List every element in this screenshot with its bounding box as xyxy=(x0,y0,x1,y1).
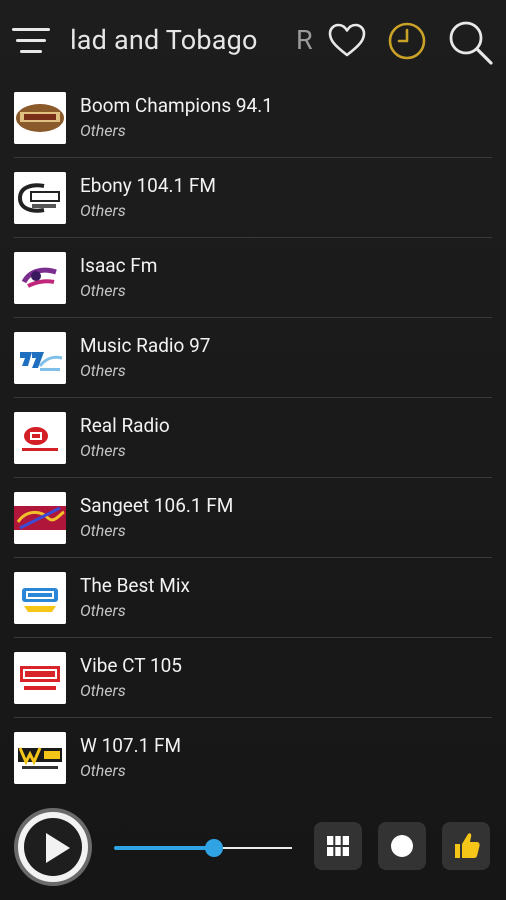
station-genre: Others xyxy=(80,441,126,460)
station-name: Sangeet 106.1 FM xyxy=(80,494,234,517)
row-divider xyxy=(14,717,492,718)
ebony-104-logo xyxy=(14,172,66,224)
search-icon xyxy=(449,21,493,65)
station-genre: Others xyxy=(80,361,126,380)
station-name: Music Radio 97 xyxy=(80,334,211,357)
record-icon xyxy=(391,835,413,857)
page-title: Trinidad and Tobago xyxy=(72,24,258,56)
grid-icon xyxy=(327,836,349,856)
station-row[interactable]: W 107.1 FM Others xyxy=(0,724,506,804)
station-name: W 107.1 FM xyxy=(80,734,182,757)
station-row[interactable]: Boom Champions 94.1 Others xyxy=(0,84,506,164)
menu-icon-line xyxy=(20,50,42,53)
menu-button[interactable] xyxy=(12,28,52,54)
station-row[interactable]: Vibe CT 105 Others xyxy=(0,644,506,724)
play-button[interactable] xyxy=(14,808,92,886)
station-row[interactable]: Music Radio 97 Others xyxy=(0,324,506,404)
grid-view-button[interactable] xyxy=(314,822,362,870)
station-row[interactable]: The Best Mix Others xyxy=(0,564,506,644)
volume-thumb[interactable] xyxy=(205,839,223,857)
best-mix-logo xyxy=(14,572,66,624)
row-divider xyxy=(14,637,492,638)
boom-champions-logo xyxy=(14,92,66,144)
favorites-button[interactable] xyxy=(324,18,370,64)
row-divider xyxy=(14,397,492,398)
station-row[interactable]: Real Radio Others xyxy=(0,404,506,484)
volume-fill xyxy=(114,846,214,850)
station-genre: Others xyxy=(80,201,126,220)
recent-button[interactable] xyxy=(384,18,430,64)
clock-icon xyxy=(388,22,426,60)
volume-rest xyxy=(214,847,292,849)
menu-icon-line xyxy=(16,39,46,42)
station-genre: Others xyxy=(80,521,126,540)
player-bar xyxy=(0,796,506,900)
station-genre: Others xyxy=(80,601,126,620)
station-row[interactable]: Isaac Fm Others xyxy=(0,244,506,324)
station-name: Real Radio xyxy=(80,414,170,437)
station-genre: Others xyxy=(80,121,126,140)
station-row[interactable]: Ebony 104.1 FM Others xyxy=(0,164,506,244)
row-divider xyxy=(14,157,492,158)
thumbs-up-icon xyxy=(455,833,480,858)
menu-icon xyxy=(12,28,50,31)
isaac-fm-logo xyxy=(14,252,66,304)
row-divider xyxy=(14,477,492,478)
station-genre: Others xyxy=(80,761,126,780)
station-name: Vibe CT 105 xyxy=(80,654,182,677)
station-row[interactable]: Sangeet 106.1 FM Others xyxy=(0,484,506,564)
volume-track xyxy=(114,846,292,850)
station-list: Boom Champions 94.1 Others Ebony 104.1 F… xyxy=(0,84,506,804)
heart-icon xyxy=(328,23,366,57)
sangeet-logo xyxy=(14,492,66,544)
station-name: Boom Champions 94.1 xyxy=(80,94,273,117)
vibe-ct-logo xyxy=(14,652,66,704)
w-107-logo xyxy=(14,732,66,784)
station-name: Ebony 104.1 FM xyxy=(80,174,217,197)
station-genre: Others xyxy=(80,681,126,700)
station-name: The Best Mix xyxy=(80,574,190,597)
real-radio-logo xyxy=(14,412,66,464)
row-divider xyxy=(14,237,492,238)
station-name: Isaac Fm xyxy=(80,254,158,277)
music-radio-97-logo xyxy=(14,332,66,384)
top-app-bar: Trinidad and Tobago R xyxy=(0,0,506,84)
title-marquee: Trinidad and Tobago R xyxy=(72,20,316,64)
play-icon xyxy=(46,833,70,863)
station-genre: Others xyxy=(80,281,126,300)
row-divider xyxy=(14,317,492,318)
volume-slider[interactable] xyxy=(114,839,292,866)
page-title-next: R xyxy=(296,24,313,56)
like-button[interactable] xyxy=(442,822,490,870)
record-button[interactable] xyxy=(378,822,426,870)
row-divider xyxy=(14,557,492,558)
search-button[interactable] xyxy=(446,18,493,65)
